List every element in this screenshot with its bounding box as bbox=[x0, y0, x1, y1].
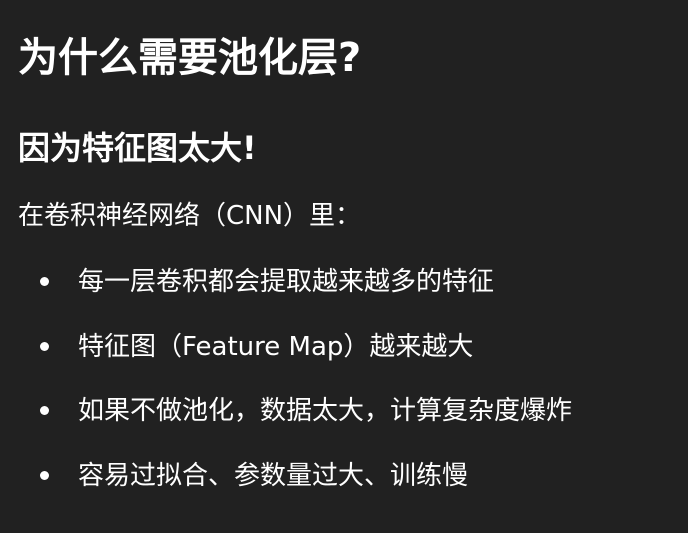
bullet-dot-icon bbox=[40, 406, 49, 415]
bullet-dot-icon bbox=[40, 277, 49, 286]
bullet-text-2: 特征图（Feature Map）越来越大 bbox=[78, 331, 474, 362]
bullet-text-1: 每一层卷积都会提取越来越多的特征 bbox=[78, 267, 495, 297]
bullet-item-4: 容易过拟合、参数量过大、训练慢 bbox=[0, 456, 688, 496]
bullet-dot-icon bbox=[40, 470, 49, 480]
bullet-item-3: 如果不做池化，数据太大，计算复杂度爆炸 bbox=[0, 391, 688, 431]
page-title: 为什么需要池化层? bbox=[18, 35, 362, 81]
section-heading: 因为特征图太大! bbox=[18, 129, 257, 167]
intro-paragraph: 在卷积神经网络（CNN）里： bbox=[18, 201, 362, 231]
document-page: 为什么需要池化层? 因为特征图太大! 在卷积神经网络（CNN）里： 每一层卷积都… bbox=[0, 0, 688, 533]
bullet-list: 每一层卷积都会提取越来越多的特征 特征图（Feature Map）越来越大 如果… bbox=[0, 262, 688, 520]
bullet-text-3: 如果不做池化，数据太大，计算复杂度爆炸 bbox=[78, 396, 573, 426]
bullet-item-2: 特征图（Feature Map）越来越大 bbox=[0, 327, 688, 367]
bullet-text-4: 容易过拟合、参数量过大、训练慢 bbox=[78, 460, 469, 491]
bullet-dot-icon bbox=[40, 341, 49, 351]
bullet-item-1: 每一层卷积都会提取越来越多的特征 bbox=[0, 262, 688, 302]
